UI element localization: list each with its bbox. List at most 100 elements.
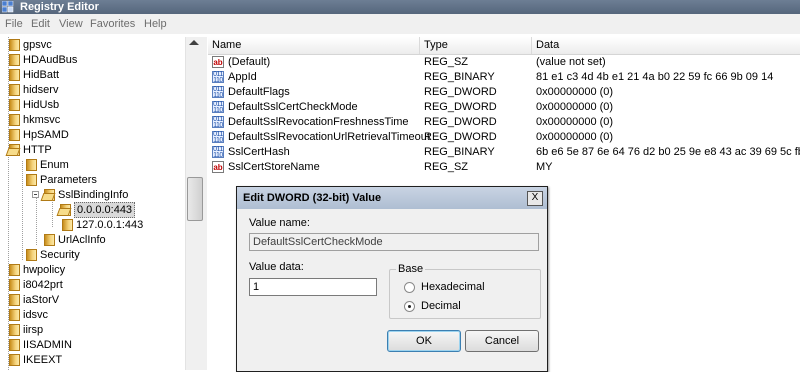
tree-node-label: Parameters xyxy=(40,174,97,186)
value-type: REG_BINARY xyxy=(424,146,495,158)
pane-splitter[interactable] xyxy=(203,37,207,370)
tree-node-label: Security xyxy=(40,249,80,261)
folder-icon xyxy=(9,129,20,141)
tree-line xyxy=(52,199,53,227)
tree-node-label: hidserv xyxy=(23,84,59,96)
string-value-icon: ab xyxy=(212,161,224,173)
folder-icon xyxy=(9,99,20,111)
value-row-defaultsslcertcheckmode[interactable]: 011 110 DefaultSslCertCheckMode REG_DWORD… xyxy=(208,100,800,115)
value-type: REG_SZ xyxy=(424,56,469,68)
dialog-title-bar[interactable]: Edit DWORD (32-bit) Value X xyxy=(237,187,547,209)
collapse-icon[interactable] xyxy=(32,191,39,198)
hexadecimal-radio[interactable] xyxy=(404,282,415,293)
value-row-urlretrievaltimeout[interactable]: 011 110 DefaultSslRevocationUrlRetrievalT… xyxy=(208,130,800,145)
value-row-sslcerthash[interactable]: 011 110 SslCertHash REG_BINARY 6b e6 5e 8… xyxy=(208,145,800,160)
folder-icon xyxy=(9,39,20,51)
scrollbar-thumb[interactable] xyxy=(187,177,203,221)
tree-line xyxy=(36,191,37,245)
tree-node-label: hkmsvc xyxy=(23,114,61,126)
close-icon[interactable]: X xyxy=(527,191,543,206)
column-header-data[interactable]: Data xyxy=(532,37,800,54)
tree-line xyxy=(22,161,23,260)
tree-node-label: iirsp xyxy=(23,324,44,336)
menu-bar: File Edit View Favorites Help xyxy=(0,14,800,34)
tree-node-label: i8042prt xyxy=(23,279,63,291)
registry-tree: gpsvc HDAudBus HidBatt hidserv HidUsb hk… xyxy=(0,37,185,370)
folder-icon xyxy=(9,69,20,81)
tree-node-label: 0.0.0.0:443 xyxy=(74,202,136,218)
tree-node-label: UrlAclInfo xyxy=(58,234,106,246)
binary-value-icon: 011 110 xyxy=(212,131,224,144)
column-header-type[interactable]: Type xyxy=(420,37,532,54)
value-type: REG_BINARY xyxy=(424,71,495,83)
binary-value-icon: 011 110 xyxy=(212,86,224,99)
value-data-label: Value data: xyxy=(249,261,304,273)
value-name: DefaultSslCertCheckMode xyxy=(228,101,358,113)
tree-scrollbar[interactable] xyxy=(185,37,203,370)
value-name: SslCertStoreName xyxy=(228,161,320,173)
value-data-input[interactable]: 1 xyxy=(249,278,377,296)
value-name-field: DefaultSslCertCheckMode xyxy=(249,233,539,251)
value-type: REG_DWORD xyxy=(424,131,497,143)
value-row-sslcertstorename[interactable]: ab SslCertStoreName REG_SZ MY xyxy=(208,160,800,175)
tree-node-label: Enum xyxy=(40,159,69,171)
folder-open-icon xyxy=(60,204,71,216)
value-name: DefaultSslRevocationUrlRetrievalTimeout xyxy=(228,131,430,143)
folder-icon xyxy=(9,294,20,306)
value-data: 0x00000000 (0) xyxy=(536,101,614,113)
value-data: 81 e1 c3 4d 4b e1 21 4a b0 22 59 fc 66 9… xyxy=(536,71,774,83)
dialog-title: Edit DWORD (32-bit) Value xyxy=(243,192,382,204)
folder-icon xyxy=(44,234,55,246)
column-header-name[interactable]: Name xyxy=(208,37,420,54)
ok-button[interactable]: OK xyxy=(387,330,461,352)
binary-value-icon: 011 110 xyxy=(212,116,224,129)
menu-edit[interactable]: Edit xyxy=(31,14,50,34)
value-type: REG_DWORD xyxy=(424,116,497,128)
value-name: AppId xyxy=(228,71,257,83)
folder-open-icon xyxy=(44,189,55,201)
binary-value-icon: 011 110 xyxy=(212,101,224,114)
edit-dword-dialog: Edit DWORD (32-bit) Value X Value name: … xyxy=(236,186,548,372)
string-value-icon: ab xyxy=(212,56,224,68)
value-row-appid[interactable]: 011 110 AppId REG_BINARY 81 e1 c3 4d 4b e… xyxy=(208,70,800,85)
folder-icon xyxy=(9,324,20,336)
folder-icon xyxy=(9,339,20,351)
value-name: (Default) xyxy=(228,56,271,68)
tree-node-label: HDAudBus xyxy=(23,54,78,66)
value-data: (value not set) xyxy=(536,56,606,68)
title-bar: Registry Editor xyxy=(0,0,800,14)
folder-icon xyxy=(9,309,20,321)
value-row-defaultflags[interactable]: 011 110 DefaultFlags REG_DWORD 0x00000000… xyxy=(208,85,800,100)
menu-view[interactable]: View xyxy=(59,14,83,34)
scroll-up-icon[interactable] xyxy=(189,40,199,45)
binary-value-icon: 011 110 xyxy=(212,71,224,84)
decimal-label[interactable]: Decimal xyxy=(421,300,461,312)
folder-icon xyxy=(26,159,37,171)
decimal-radio[interactable] xyxy=(404,301,415,312)
folder-icon xyxy=(9,84,20,96)
tree-node-label: gpsvc xyxy=(23,39,52,51)
value-name-label: Value name: xyxy=(249,217,310,229)
value-data: MY xyxy=(536,161,553,173)
menu-file[interactable]: File xyxy=(5,14,23,34)
value-row-freshnesstime[interactable]: 011 110 DefaultSslRevocationFreshnessTime… xyxy=(208,115,800,130)
tree-node-label: iaStorV xyxy=(23,294,60,306)
menu-favorites[interactable]: Favorites xyxy=(90,14,135,34)
hexadecimal-label[interactable]: Hexadecimal xyxy=(421,281,485,293)
value-row-default[interactable]: ab (Default) REG_SZ (value not set) xyxy=(208,55,800,70)
list-header: Name Type Data xyxy=(208,37,800,55)
value-name: DefaultSslRevocationFreshnessTime xyxy=(228,116,409,128)
value-data: 0x00000000 (0) xyxy=(536,86,614,98)
folder-icon xyxy=(9,279,20,291)
tree-node-label: HTTP xyxy=(23,144,52,156)
value-data: 6b e6 5e 87 6e 64 76 d2 b0 25 9e e8 43 a… xyxy=(536,146,800,158)
folder-icon xyxy=(9,54,20,66)
folder-icon xyxy=(9,354,20,366)
tree-node-label: IISADMIN xyxy=(23,339,72,351)
binary-value-icon: 011 110 xyxy=(212,146,224,159)
value-data: 0x00000000 (0) xyxy=(536,131,614,143)
tree-node-label: SslBindingInfo xyxy=(58,189,129,201)
menu-help[interactable]: Help xyxy=(144,14,167,34)
base-groupbox: Base Hexadecimal Decimal xyxy=(389,263,541,319)
cancel-button[interactable]: Cancel xyxy=(465,330,539,352)
